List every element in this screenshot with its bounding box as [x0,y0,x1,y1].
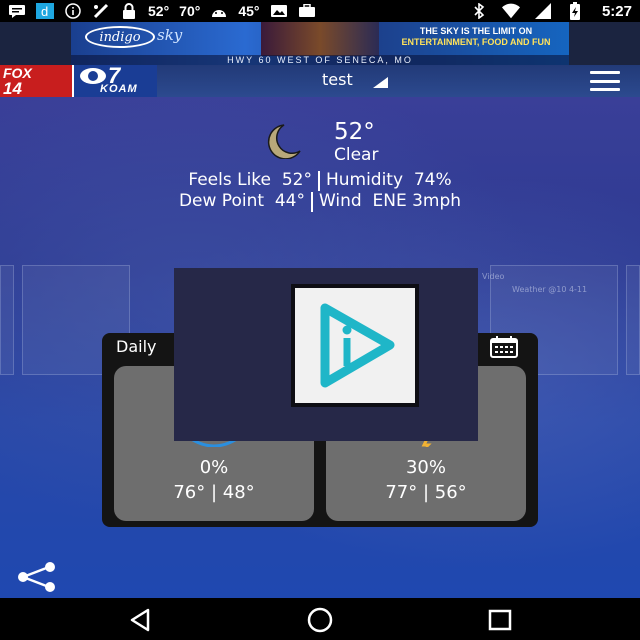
back-icon[interactable] [126,606,154,634]
ad-headline-line1: THE SKY IS THE LIMIT ON [419,26,533,36]
fox-logo: FOX 14 [0,65,72,97]
recents-icon[interactable] [486,606,514,634]
status-bar: d 52° 70° 45° 5:27 [0,0,640,22]
wind-value: ENE 3mph [372,191,462,211]
humidity-value: 74% [413,170,452,190]
loading-overlay [174,268,478,441]
status-temp-2: 70° [179,3,201,19]
status-time: 5:27 [601,2,632,20]
koam-logo-text: KOAM [100,83,138,95]
status-temp-3: 45° [238,3,260,19]
signal-icon [534,3,552,19]
share-icon[interactable] [13,562,61,592]
dew-point-label: Dew Point [178,191,265,211]
wind-label: Wind [318,191,362,211]
lock-icon [120,3,138,19]
feels-like-value: 52° [281,170,312,190]
d-app-icon: d [36,3,54,19]
navigation-bar [0,598,640,640]
cbs-logo: 7 KOAM [74,65,157,97]
background-thumbnail [0,265,14,375]
daily-title: Daily [116,337,157,356]
menu-line [590,71,620,74]
ad-casino-image [261,22,379,56]
details-separator [310,192,313,212]
ad-headline-line2: ENTERTAINMENT, FOOD AND FUN [401,37,551,47]
location-selector[interactable]: test [322,70,353,89]
moon-icon [267,124,301,159]
ad-logo-suffix: sky [157,26,183,44]
current-temperature: 52° [334,119,375,145]
location-dropdown-icon[interactable] [373,77,388,88]
android-icon [210,3,228,19]
home-icon[interactable] [306,606,334,634]
cbs-eye-icon [80,68,106,84]
day-temps: 76° | 48° [173,482,255,503]
menu-line [590,79,620,83]
ad-banner[interactable]: indigo sky THE SKY IS THE LIMIT ON ENTER… [71,22,569,65]
details-separator [317,171,320,191]
fix-icon [92,3,110,19]
app-logo [295,288,415,403]
current-condition: Clear [334,145,379,165]
details-row-1: Feels Like 52° Humidity 74% [0,170,640,191]
background-weather-label: Weather @10 4-11 [512,285,588,294]
feels-like-label: Feels Like [188,170,271,190]
calendar-icon[interactable] [490,336,518,358]
ad-headline: THE SKY IS THE LIMIT ON ENTERTAINMENT, F… [391,26,561,48]
info-icon [64,3,82,19]
day-precip: 30% [405,457,446,478]
background-video-label: Video [482,272,505,281]
photos-icon [270,3,288,19]
ad-strip: indigo sky THE SKY IS THE LIMIT ON ENTER… [0,22,640,65]
wifi-icon [501,3,520,19]
app-header: FOX 14 7 KOAM test [0,65,640,97]
briefcase-icon [298,3,316,19]
dew-point-value: 44° [274,191,305,211]
background-thumbnail [626,265,640,375]
ad-footer: HWY 60 WEST OF SENECA, MO [71,55,569,65]
details-row-2: Dew Point 44° Wind ENE 3mph [0,191,640,212]
ad-logo: indigo [85,26,155,48]
battery-icon [566,2,584,20]
day-temps: 77° | 56° [385,482,467,503]
station-logo[interactable]: FOX 14 7 KOAM [0,65,157,97]
bluetooth-icon [470,3,488,19]
svg-text:d: d [41,4,48,19]
humidity-label: Humidity [325,170,404,190]
play-logo-icon [320,303,395,388]
menu-line [590,88,620,91]
message-icon [8,3,26,19]
menu-button[interactable] [590,71,620,91]
day-precip: 0% [199,457,229,478]
status-temp-1: 52° [148,3,170,19]
fox-logo-number: 14 [3,79,22,97]
